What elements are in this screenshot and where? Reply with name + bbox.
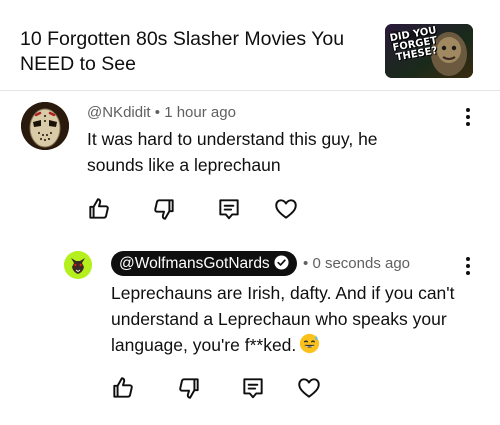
dislike-icon[interactable] [151,196,177,222]
comment: @NKdidit • 1 hour ago It was hard to und… [0,92,500,232]
meta-separator: • [154,104,161,121]
video-thumbnail[interactable]: DID YOU FORGET THESE? [385,24,473,78]
comment-text: It was hard to understand this guy, he s… [87,129,378,175]
reply-text-content: Leprechauns are Irish, dafty. And if you… [111,283,455,355]
reply-text: Leprechauns are Irish, dafty. And if you… [111,280,456,358]
comment-handle[interactable]: @NKdidit [87,104,151,121]
reply-comment: @WolfmansGotNards • 0 seconds ago Leprec… [0,240,500,420]
video-title[interactable]: 10 Forgotten 80s Slasher Movies You NEED… [20,27,375,77]
reply-actions [110,375,330,401]
divider [0,90,500,91]
hockey-mask-avatar[interactable] [21,102,69,150]
like-icon[interactable] [110,375,136,401]
verified-icon [274,255,289,270]
reply-handle[interactable]: @WolfmansGotNards [111,251,297,276]
reply-icon[interactable] [216,196,242,222]
reply-icon[interactable] [240,375,266,401]
comment-meta: @NKdidit • 1 hour ago [87,104,236,121]
heart-icon[interactable] [296,375,322,401]
reply-time: 0 seconds ago [312,255,411,272]
video-header[interactable]: 10 Forgotten 80s Slasher Movies You NEED… [0,0,500,88]
comment-time: 1 hour ago [164,104,236,121]
sweat-smile-emoji [300,333,320,354]
reply-meta: • 0 seconds ago [303,255,410,272]
wolf-avatar[interactable] [64,251,92,279]
meta-separator: • [303,255,309,272]
more-options-icon[interactable] [458,105,478,129]
dislike-icon[interactable] [176,375,202,401]
more-options-icon[interactable] [458,254,478,278]
comment-actions [86,196,306,222]
reply-handle-text: @WolfmansGotNards [119,255,270,272]
like-icon[interactable] [86,196,112,222]
heart-icon[interactable] [273,196,299,222]
